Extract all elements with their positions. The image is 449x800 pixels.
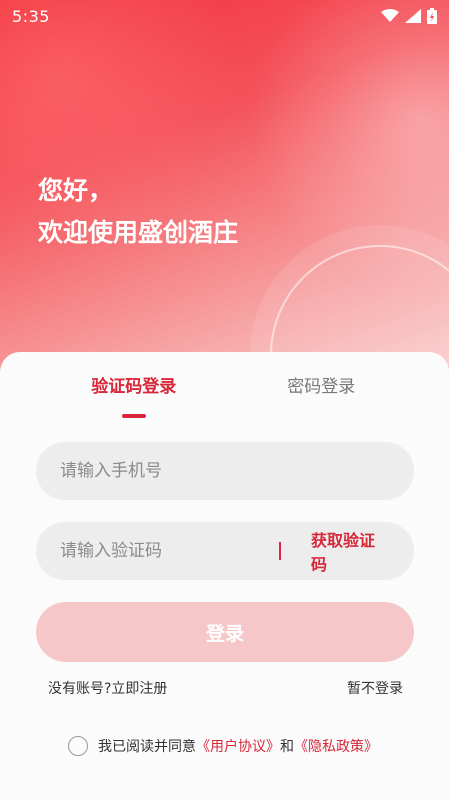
login-button[interactable]: 登录 <box>36 602 414 662</box>
skip-login-link[interactable]: 暂不登录 <box>347 678 403 698</box>
code-input[interactable] <box>60 541 279 561</box>
agreement-prefix: 我已阅读并同意 <box>98 739 196 755</box>
get-code-button[interactable]: 获取验证码 <box>311 527 390 575</box>
status-bar: 5:35 <box>0 0 449 32</box>
agreement-and: 和 <box>280 739 294 755</box>
login-tabs: 验证码登录 密码登录 <box>40 366 416 418</box>
greeting-line2: 欢迎使用盛创酒庄 <box>38 218 239 247</box>
agreement-row: 我已阅读并同意 《用户协议》 和 《隐私政策》 <box>68 736 378 756</box>
code-field: 获取验证码 <box>36 522 414 580</box>
phone-field <box>36 442 414 500</box>
register-link[interactable]: 没有账号?立即注册 <box>48 678 167 698</box>
privacy-policy-link[interactable]: 《隐私政策》 <box>294 736 378 756</box>
user-agreement-link[interactable]: 《用户协议》 <box>196 736 280 756</box>
auxiliary-links: 没有账号?立即注册 暂不登录 <box>48 678 403 698</box>
status-icons <box>381 8 437 24</box>
greeting: 您好， 欢迎使用盛创酒庄 <box>38 170 238 254</box>
signal-icon <box>405 9 421 23</box>
tab-active-indicator <box>121 414 146 418</box>
tab-sms-login-label: 验证码登录 <box>91 377 177 397</box>
status-time: 5:35 <box>12 6 50 26</box>
phone-input[interactable] <box>60 461 390 481</box>
tab-sms-login[interactable]: 验证码登录 <box>40 366 228 418</box>
agreement-checkbox[interactable] <box>68 736 88 756</box>
login-card: 验证码登录 密码登录 获取验证码 登录 没有账号?立即注册 暂不登录 我已阅读并… <box>0 352 449 800</box>
wifi-icon <box>381 9 399 22</box>
tab-password-login[interactable]: 密码登录 <box>228 366 416 406</box>
tab-password-login-label: 密码登录 <box>287 377 356 397</box>
code-field-divider <box>279 542 281 560</box>
battery-icon <box>427 8 437 24</box>
greeting-line1: 您好， <box>38 176 114 205</box>
